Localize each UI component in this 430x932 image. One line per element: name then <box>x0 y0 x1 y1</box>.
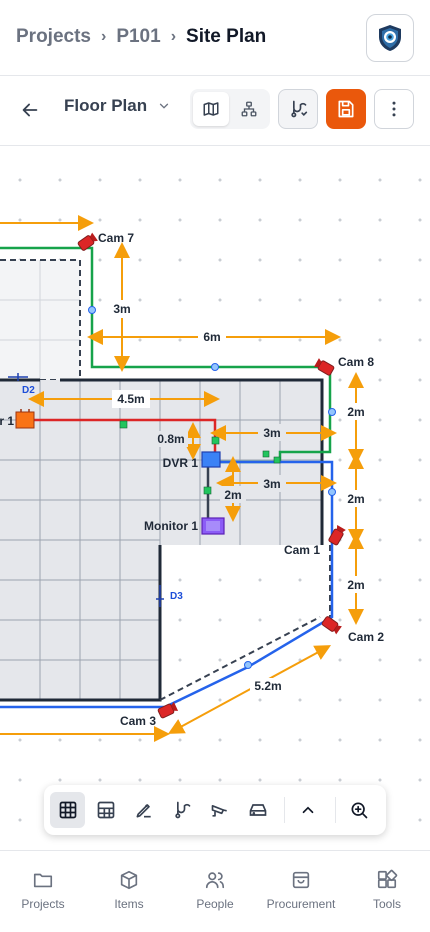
drawing-tools-bar <box>44 785 386 835</box>
svg-text:3m: 3m <box>263 426 280 440</box>
save-button[interactable] <box>326 89 366 129</box>
pen-icon <box>136 804 151 818</box>
svg-text:3m: 3m <box>113 302 130 316</box>
camera-tool-button[interactable] <box>202 792 237 828</box>
breadcrumb-p101[interactable]: P101 <box>116 26 160 48</box>
svg-text:3m: 3m <box>263 477 280 491</box>
cable-route-button[interactable] <box>278 89 318 129</box>
back-button[interactable] <box>14 94 46 126</box>
nav-procurement[interactable]: Procurement <box>258 851 344 932</box>
hierarchy-view-button[interactable] <box>232 92 268 126</box>
svg-text:5.2m: 5.2m <box>254 679 281 693</box>
svg-text:2m: 2m <box>347 405 364 419</box>
cable-tool-button[interactable] <box>164 792 199 828</box>
grid-icon <box>59 801 76 819</box>
door-d3[interactable]: D3 <box>156 585 183 607</box>
shopping-bag-icon <box>292 871 310 889</box>
save-icon <box>338 100 354 118</box>
svg-text:2m: 2m <box>347 578 364 592</box>
view-mode-toggle <box>190 89 270 129</box>
nav-items[interactable]: Items <box>86 851 172 932</box>
svg-text:Cam 2: Cam 2 <box>348 630 384 644</box>
svg-text:D3: D3 <box>170 591 183 602</box>
svg-text:D2: D2 <box>22 385 35 396</box>
svg-text:Cam 7: Cam 7 <box>98 231 134 245</box>
svg-text:6m: 6m <box>203 330 220 344</box>
breadcrumb-site-plan: Site Plan <box>186 26 267 47</box>
route-icon <box>174 801 190 819</box>
floor-plan-canvas[interactable]: D2 D3 3m 6m 4.5m 0.8m 3m 3m 2m 2m 2m 2m … <box>0 147 430 850</box>
upper-room-grid <box>0 259 81 381</box>
svg-text:Cam 8: Cam 8 <box>338 355 374 369</box>
svg-text:2m: 2m <box>224 488 241 502</box>
toolbar-divider <box>284 797 285 823</box>
svg-text:0.8m: 0.8m <box>157 432 184 446</box>
svg-text:4.5m: 4.5m <box>117 392 144 406</box>
view-select-label: Floor Plan <box>64 96 148 115</box>
camera-cam-2[interactable]: Cam 2 <box>321 616 384 644</box>
app-header: Projects › P101 › Site Plan <box>0 0 430 76</box>
nav-projects-label: Projects <box>21 897 65 911</box>
nav-items-label: Items <box>114 897 144 911</box>
box-icon <box>120 870 138 890</box>
nav-tools[interactable]: Tools <box>344 851 430 932</box>
nav-tools-label: Tools <box>372 897 401 911</box>
hard-drive-icon <box>249 804 266 816</box>
grid-plus-icon <box>377 869 398 889</box>
device-tool-button[interactable] <box>240 792 275 828</box>
shield-logo-icon <box>379 25 401 51</box>
camera-cam-3[interactable]: Cam 3 <box>120 701 179 728</box>
breadcrumb-projects[interactable]: Projects <box>16 26 91 48</box>
camera-cam-7[interactable]: Cam 7 <box>77 231 134 251</box>
nav-projects[interactable]: Projects <box>0 851 86 932</box>
plan-toolbar: Floor Plan <box>0 76 430 146</box>
chevron-right-icon: › <box>170 28 177 45</box>
nav-people[interactable]: People <box>172 851 258 932</box>
chevron-down-icon <box>159 103 169 109</box>
camera-cam-8[interactable]: Cam 8 <box>313 355 374 376</box>
room-grid-icon <box>97 801 114 819</box>
svg-text:Monitor 1: Monitor 1 <box>144 519 198 533</box>
zoom-in-icon <box>351 802 368 819</box>
more-options-button[interactable] <box>374 89 414 129</box>
pen-tool-button[interactable] <box>126 792 161 828</box>
map-view-button[interactable] <box>193 92 229 126</box>
svg-text:Cam 1: Cam 1 <box>284 543 320 557</box>
cctv-camera-icon <box>211 805 227 817</box>
svg-text:DVR 1: DVR 1 <box>163 456 199 470</box>
monitor-device[interactable]: Monitor 1 <box>144 517 225 535</box>
route-icon <box>291 100 308 118</box>
toolbar-divider <box>334 797 336 823</box>
floor-plan-drawing: D2 D3 3m 6m 4.5m 0.8m 3m 3m 2m 2m 2m 2m … <box>0 215 384 742</box>
more-vertical-icon <box>392 101 396 117</box>
chevron-up-icon <box>303 806 314 814</box>
app-logo-button[interactable] <box>366 14 414 62</box>
chevron-right-icon: › <box>100 28 107 45</box>
nav-procurement-label: Procurement <box>266 897 336 911</box>
map-icon <box>203 102 219 116</box>
svg-text:r 1: r 1 <box>0 414 14 428</box>
folder-icon <box>33 873 53 888</box>
bottom-navigation: Projects Items People Procurement Tools <box>0 850 430 932</box>
hierarchy-icon <box>241 101 257 117</box>
arrow-left-icon <box>22 103 38 117</box>
nav-people-label: People <box>196 897 234 911</box>
svg-text:2m: 2m <box>347 492 364 506</box>
zoom-in-button[interactable] <box>342 792 377 828</box>
grid-tool-button[interactable] <box>50 792 85 828</box>
room-tool-button[interactable] <box>88 792 123 828</box>
breadcrumb: Projects › P101 › Site Plan <box>16 26 266 48</box>
expand-tools-button[interactable] <box>291 792 326 828</box>
svg-text:Cam 3: Cam 3 <box>120 714 156 728</box>
users-icon <box>205 872 225 889</box>
view-select-dropdown[interactable]: Floor Plan <box>64 96 171 116</box>
